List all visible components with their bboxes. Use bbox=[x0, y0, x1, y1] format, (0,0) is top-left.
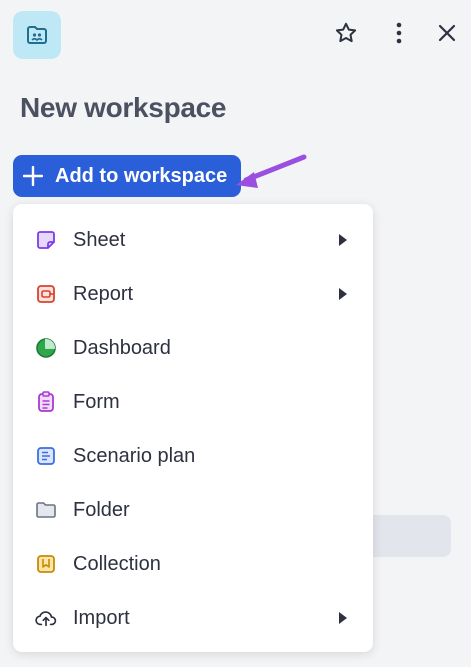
menu-item-report[interactable]: Report bbox=[13, 267, 373, 321]
menu-item-dashboard[interactable]: Dashboard bbox=[13, 321, 373, 375]
add-to-workspace-menu: Sheet Report Dashboard Form Scenario pla… bbox=[13, 204, 373, 652]
report-icon bbox=[35, 283, 57, 305]
scenario-plan-icon bbox=[35, 445, 57, 467]
import-icon bbox=[35, 607, 57, 629]
menu-item-label: Form bbox=[73, 390, 120, 413]
menu-item-label: Import bbox=[73, 606, 130, 629]
menu-item-sheet[interactable]: Sheet bbox=[13, 213, 373, 267]
plus-icon bbox=[23, 166, 43, 186]
menu-item-collection[interactable]: Collection bbox=[13, 537, 373, 591]
chevron-right-icon bbox=[337, 234, 347, 246]
close-icon[interactable] bbox=[432, 18, 462, 48]
menu-item-label: Sheet bbox=[73, 228, 126, 251]
form-icon bbox=[35, 391, 57, 413]
menu-item-label: Dashboard bbox=[73, 336, 171, 359]
menu-item-label: Report bbox=[73, 282, 134, 305]
background-placeholder bbox=[360, 515, 451, 557]
workspace-icon bbox=[13, 11, 61, 59]
add-to-workspace-label: Add to workspace bbox=[55, 164, 228, 187]
pointer-arrow-icon bbox=[232, 152, 308, 197]
chevron-right-icon bbox=[337, 288, 347, 300]
menu-item-form[interactable]: Form bbox=[13, 375, 373, 429]
menu-item-label: Folder bbox=[73, 498, 130, 521]
menu-item-label: Scenario plan bbox=[73, 444, 196, 467]
dashboard-icon bbox=[35, 337, 57, 359]
folder-icon bbox=[35, 499, 57, 521]
menu-item-label: Collection bbox=[73, 552, 161, 575]
menu-item-scenario-plan[interactable]: Scenario plan bbox=[13, 429, 373, 483]
menu-item-import[interactable]: Import bbox=[13, 591, 373, 645]
chevron-right-icon bbox=[337, 612, 347, 624]
more-vertical-icon[interactable] bbox=[384, 18, 414, 48]
collection-icon bbox=[35, 553, 57, 575]
page-title: New workspace bbox=[20, 92, 227, 123]
star-icon[interactable] bbox=[331, 18, 361, 48]
add-to-workspace-button[interactable]: Add to workspace bbox=[13, 155, 242, 197]
menu-item-folder[interactable]: Folder bbox=[13, 483, 373, 537]
sheet-icon bbox=[35, 229, 57, 251]
